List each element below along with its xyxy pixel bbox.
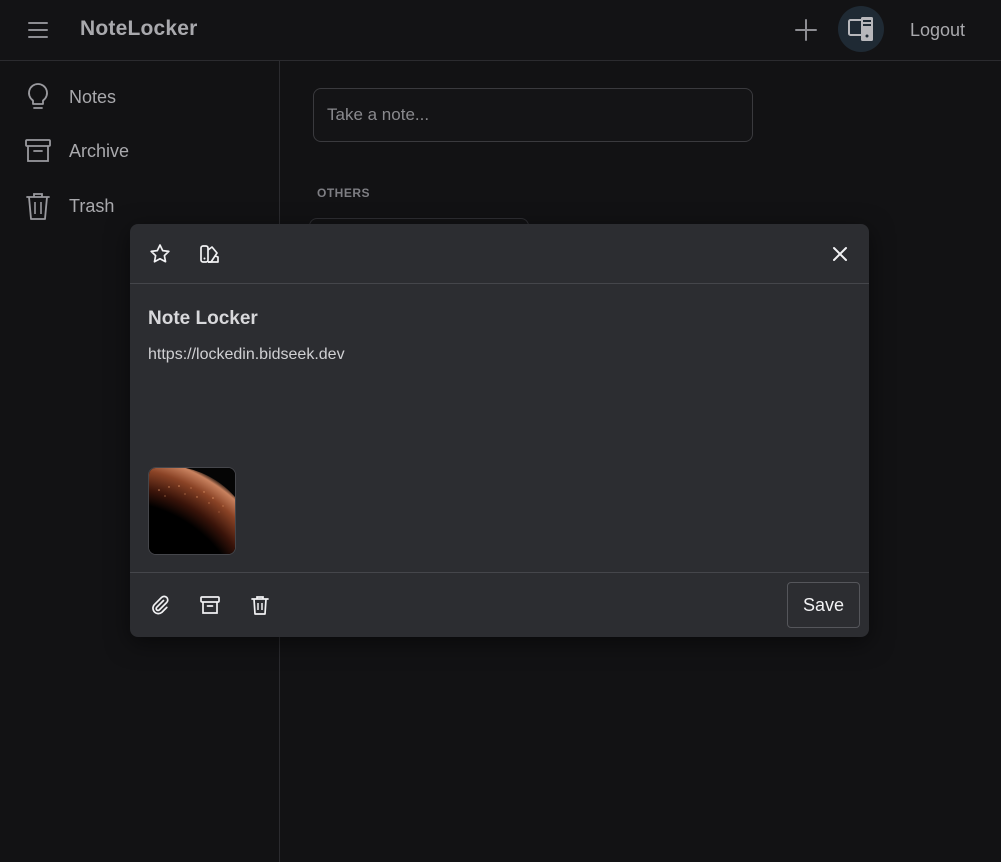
close-icon[interactable]	[825, 239, 855, 269]
trash-icon[interactable]	[245, 590, 275, 620]
device-icon	[848, 17, 873, 41]
attachment-icon[interactable]	[145, 590, 175, 620]
app-brand: NoteLocker	[80, 17, 198, 40]
planet-image-thumbnail[interactable]	[148, 467, 236, 555]
plus-icon[interactable]	[790, 14, 822, 46]
save-button[interactable]: Save	[787, 582, 860, 628]
archive-icon[interactable]	[195, 590, 225, 620]
sidebar-item-archive[interactable]: Archive	[24, 134, 264, 168]
hamburger-menu-icon[interactable]	[20, 14, 56, 46]
logout-link[interactable]: Logout	[910, 20, 965, 41]
sidebar-item-label: Archive	[69, 140, 130, 161]
take-note-input[interactable]: Take a note...	[313, 88, 753, 142]
note-title[interactable]: Note Locker	[148, 308, 258, 330]
sidebar-item-notes[interactable]: Notes	[24, 80, 264, 114]
trash-icon	[24, 190, 52, 222]
device-button[interactable]	[838, 6, 884, 52]
sidebar-item-trash[interactable]: Trash	[24, 189, 264, 223]
note-edit-modal: Note Locker https://lockedin.bidseek.dev	[130, 224, 869, 637]
star-icon[interactable]	[145, 239, 175, 269]
modal-footer: Save	[130, 572, 869, 637]
modal-toolbar	[130, 224, 869, 284]
note-body[interactable]: https://lockedin.bidseek.dev	[148, 346, 345, 364]
lightbulb-icon	[24, 81, 52, 113]
app-root: NoteLocker Logout Notes Archive Trash Ta…	[0, 0, 1001, 862]
sidebar-item-label: Notes	[69, 86, 117, 107]
top-header: NoteLocker Logout	[0, 0, 1001, 61]
section-label-others: OTHERS	[317, 186, 371, 200]
sidebar-item-label: Trash	[69, 195, 115, 216]
color-palette-icon[interactable]	[195, 239, 225, 269]
archive-icon	[24, 135, 52, 167]
